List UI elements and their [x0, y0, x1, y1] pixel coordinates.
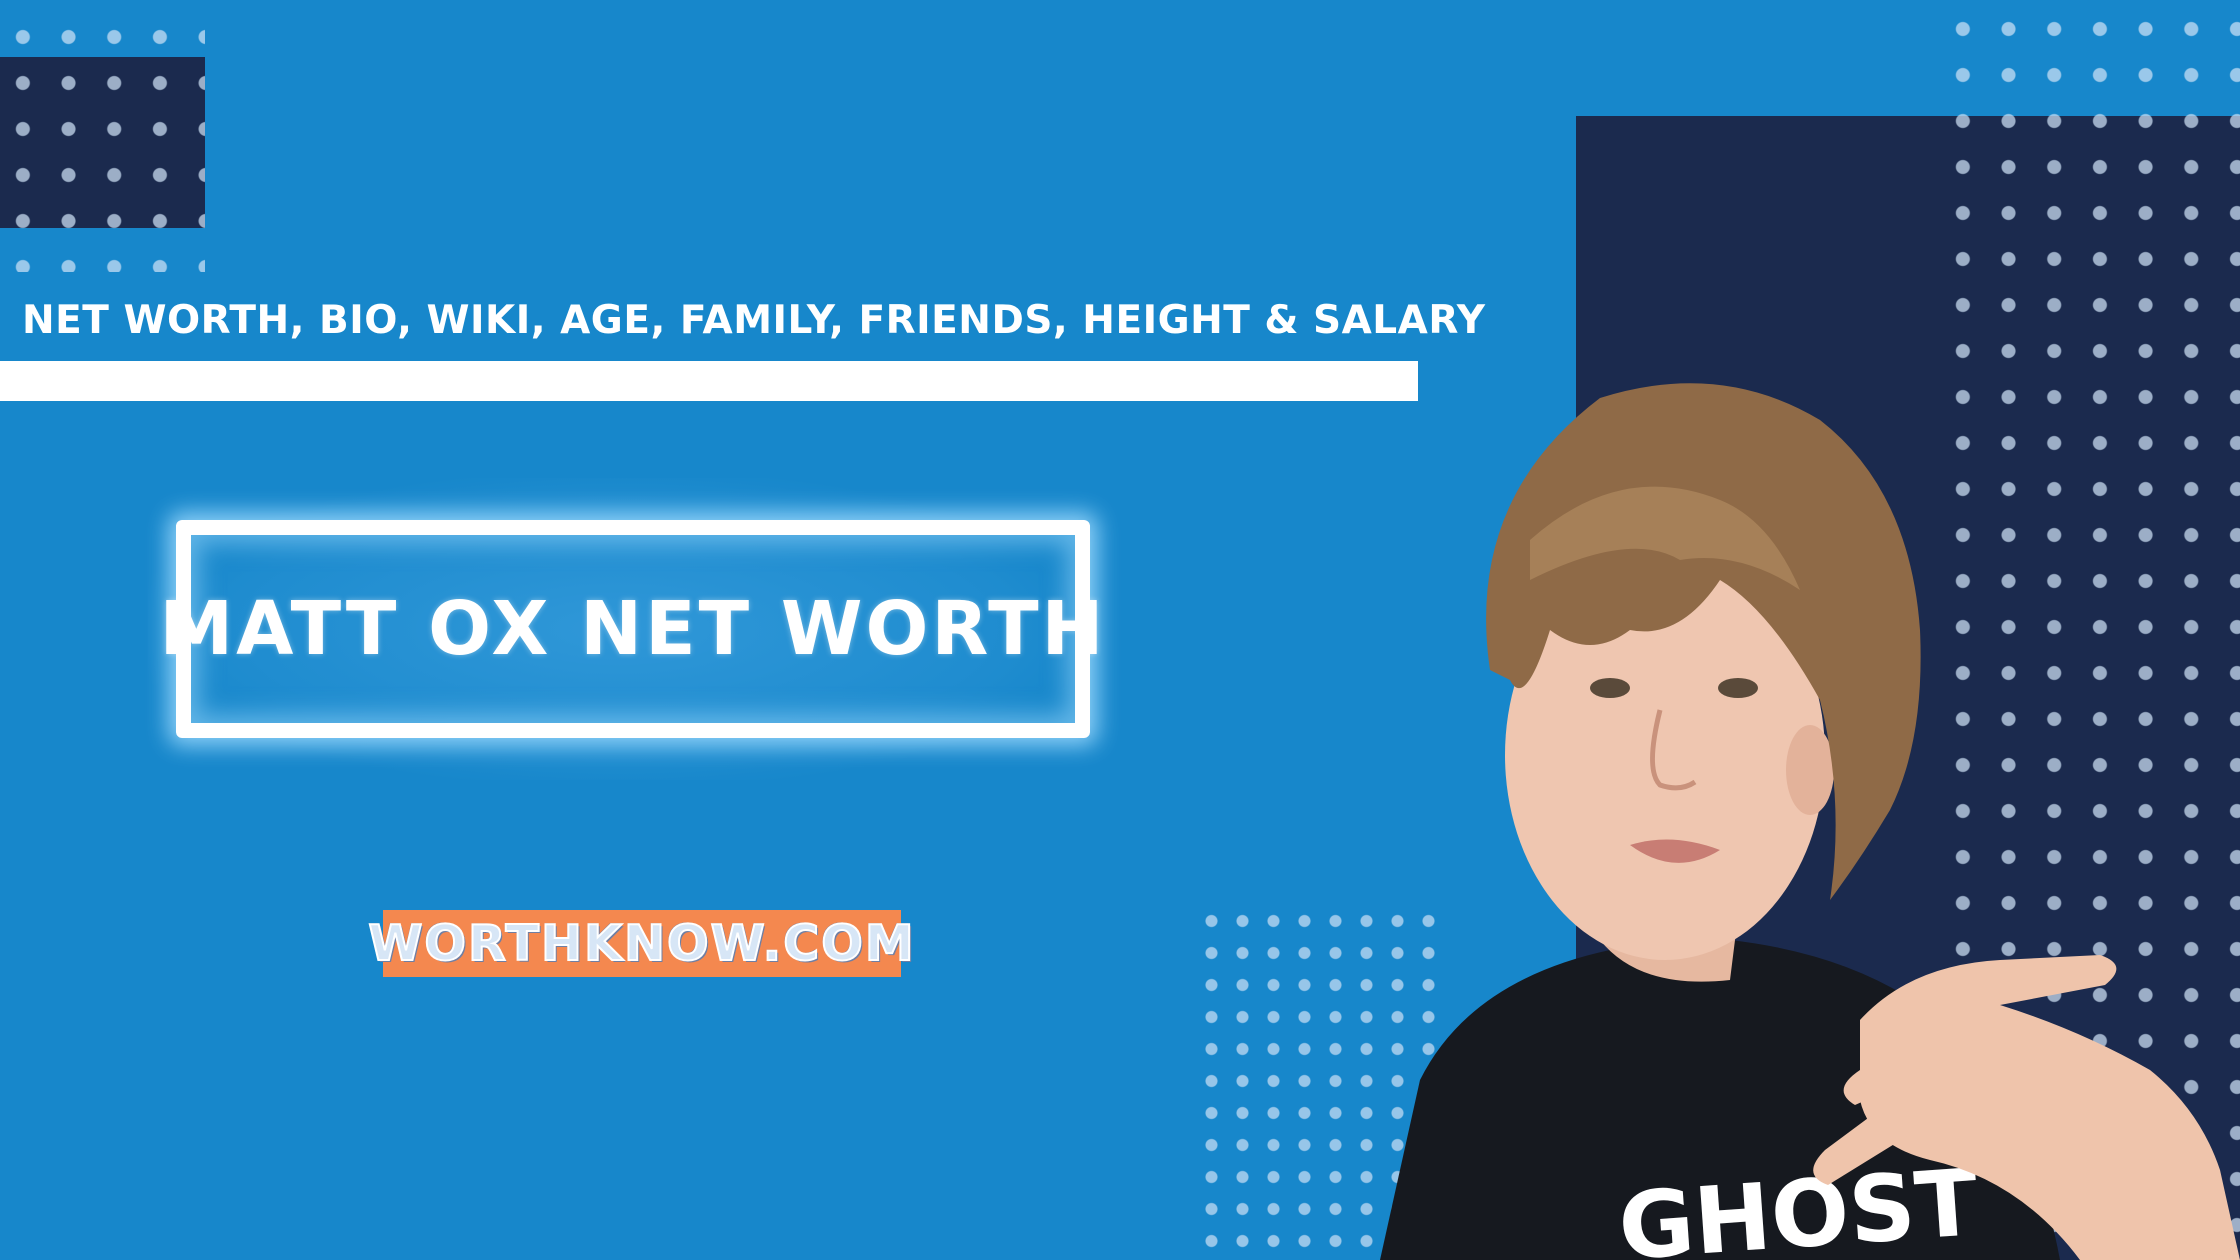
dot-pattern-top-left	[0, 14, 205, 272]
person-photo: GHOST	[1380, 383, 2240, 1260]
title-frame: MATT OX NET WORTH	[160, 520, 1104, 738]
site-label: WORTHKNOW.COM	[367, 914, 916, 973]
subtitle-underline-bar	[0, 361, 1418, 401]
thumbnail-canvas: NET WORTH, BIO, WIKI, AGE, FAMILY, FRIEN…	[0, 0, 2240, 1260]
subtitle: NET WORTH, BIO, WIKI, AGE, FAMILY, FRIEN…	[22, 298, 1486, 343]
page-title: MATT OX NET WORTH	[159, 586, 1107, 672]
site-badge: WORTHKNOW.COM	[367, 910, 915, 977]
